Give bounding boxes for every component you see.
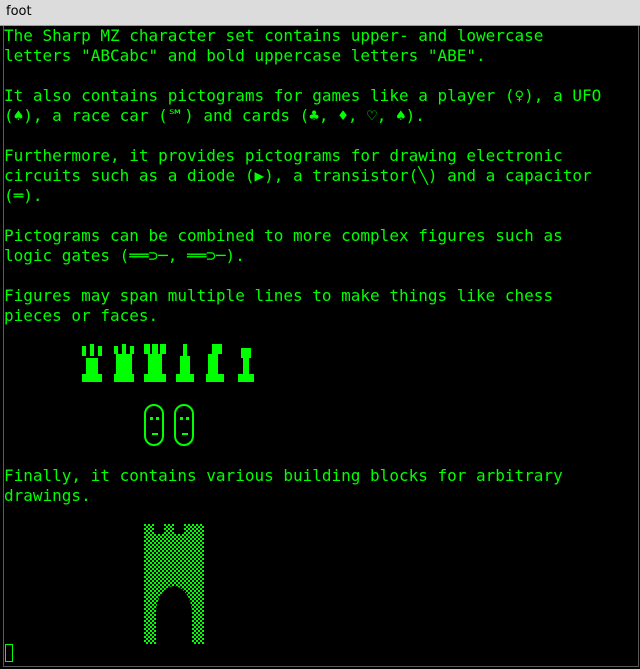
text-line: The Sharp MZ character set contains uppe… bbox=[4, 26, 544, 45]
text-line: logic gates (══⊃─, ══⊃─). bbox=[4, 246, 245, 265]
title-bar[interactable]: foot bbox=[0, 0, 640, 26]
text-cursor bbox=[5, 644, 13, 662]
text-line: letters "ABCabc" and bold uppercase lett… bbox=[4, 46, 486, 65]
text-line: (♠), a race car (℠) and cards (♣, ♦, ♡, … bbox=[4, 106, 425, 125]
castle-drawing-art bbox=[144, 524, 204, 644]
terminal-area[interactable]: The Sharp MZ character set contains uppe… bbox=[3, 26, 639, 667]
terminal-window: foot The Sharp MZ character set contains… bbox=[0, 0, 640, 669]
text-line: Finally, it contains various building bl… bbox=[4, 466, 563, 485]
text-line: drawings. bbox=[4, 486, 91, 505]
window-title: foot bbox=[6, 4, 32, 19]
faces-art bbox=[144, 404, 194, 446]
text-line: (═). bbox=[4, 186, 43, 205]
chess-pieces-art bbox=[82, 344, 254, 382]
text-line: pieces or faces. bbox=[4, 306, 159, 325]
text-line: circuits such as a diode (▶), a transist… bbox=[4, 166, 592, 185]
text-line: Pictograms can be combined to more compl… bbox=[4, 226, 563, 245]
text-line: Figures may span multiple lines to make … bbox=[4, 286, 554, 305]
text-line: Furthermore, it provides pictograms for … bbox=[4, 146, 563, 165]
text-line: It also contains pictograms for games li… bbox=[4, 86, 602, 105]
